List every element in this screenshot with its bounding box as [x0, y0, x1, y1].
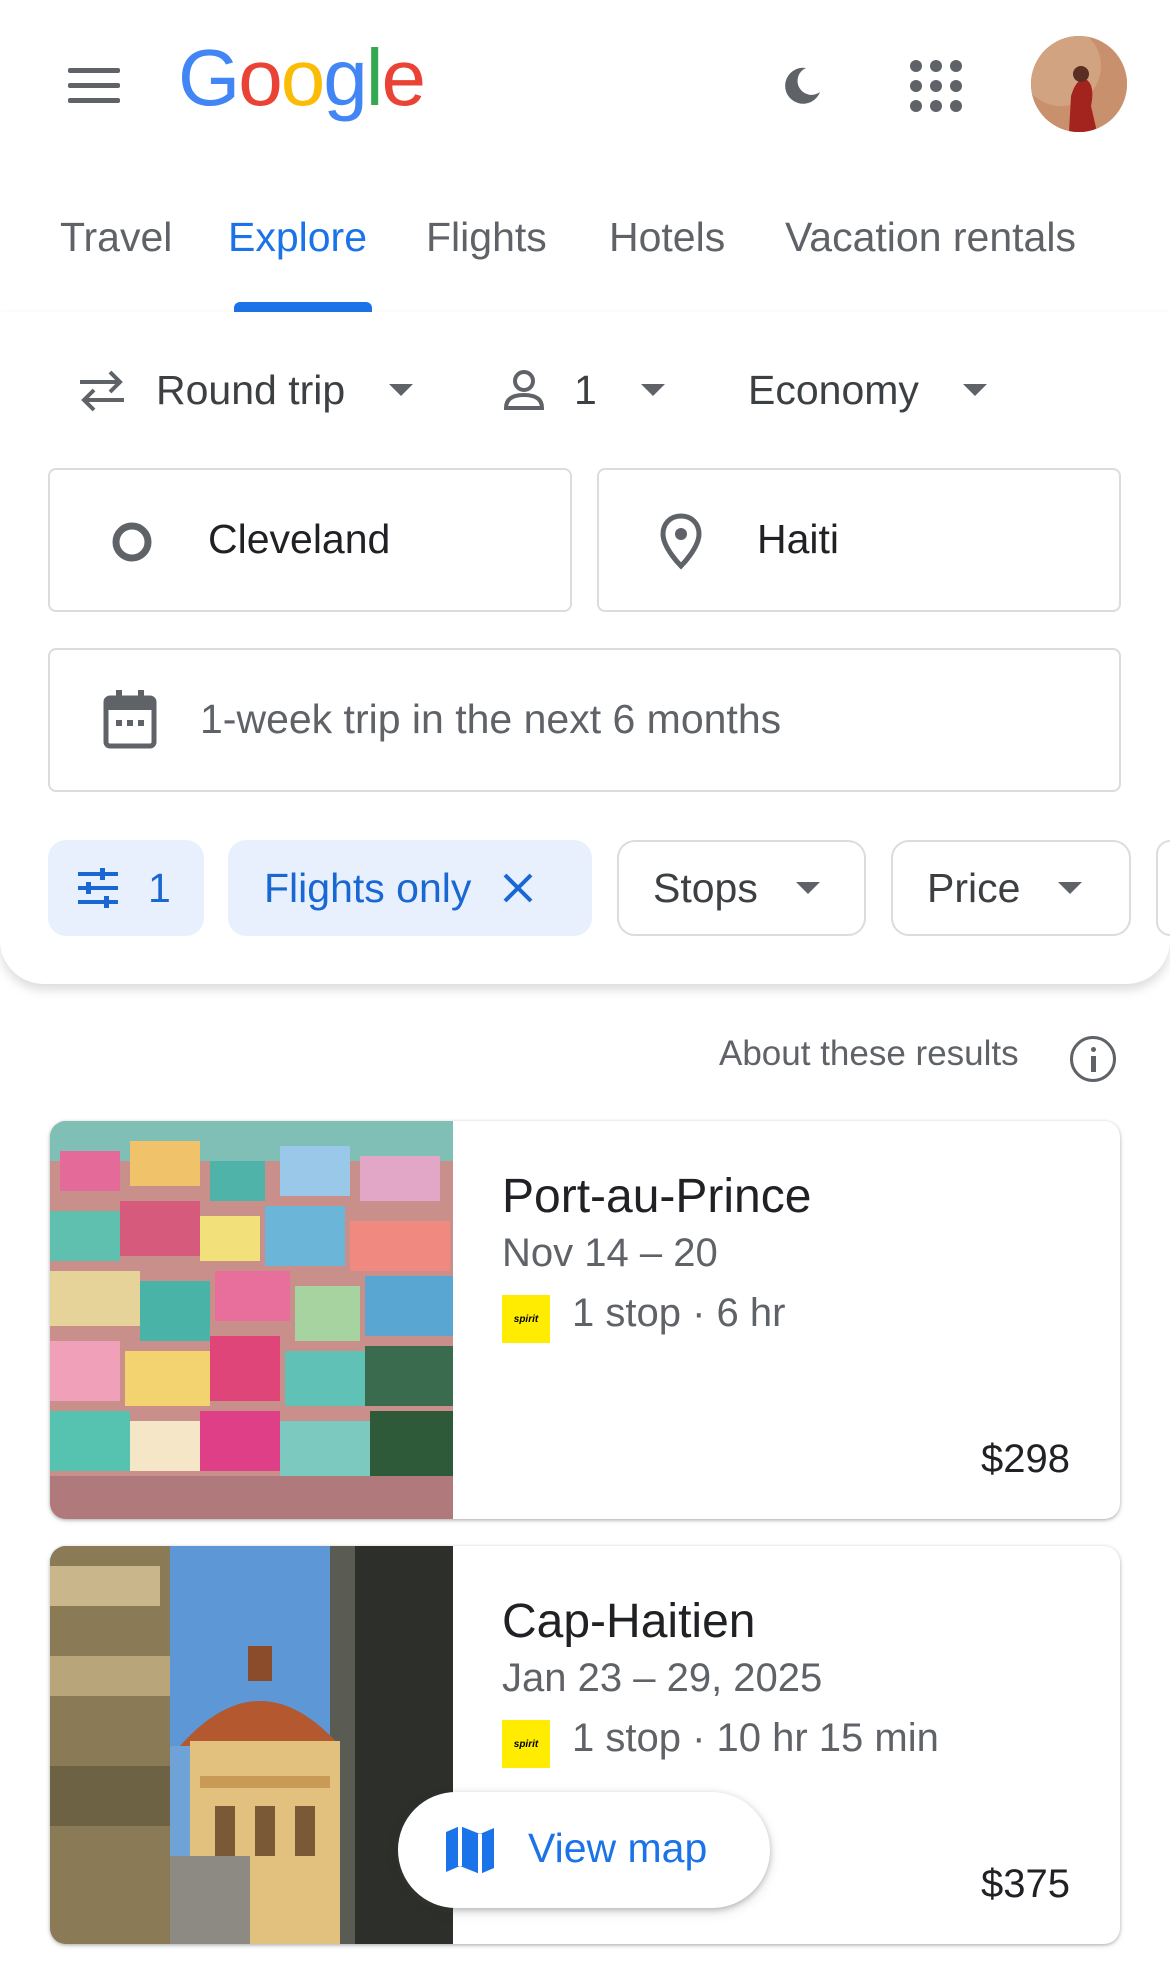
flights-only-label: Flights only [264, 864, 472, 911]
about-results-link[interactable]: About these results [719, 1034, 1019, 1074]
price: $375 [981, 1862, 1070, 1906]
stops-duration: 1 stop · 6 hr [572, 1291, 786, 1335]
destination-city: Cap-Haitien [502, 1595, 756, 1648]
tab-travel[interactable]: Travel [60, 214, 172, 261]
tab-explore[interactable]: Explore [228, 214, 367, 261]
chevron-down-icon [1058, 882, 1083, 894]
origin-field[interactable]: Cleveland [48, 468, 572, 612]
travel-tabs: Travel Explore Flights Hotels Vacation r… [0, 190, 1170, 314]
trip-type-value: Round trip [156, 366, 346, 413]
origin-value: Cleveland [208, 516, 391, 562]
tab-hotels[interactable]: Hotels [609, 214, 725, 261]
price-filter-chip[interactable]: Price [891, 840, 1131, 936]
stops-duration: 1 stop · 10 hr 15 min [572, 1716, 939, 1760]
active-tab-indicator [234, 302, 372, 312]
price-label: Price [927, 864, 1021, 911]
filter-sliders-icon [78, 868, 118, 908]
google-logo[interactable]: Google [178, 38, 426, 118]
cabin-class-value: Economy [748, 366, 919, 413]
view-map-label: View map [528, 1825, 708, 1871]
destination-photo [50, 1546, 453, 1944]
spirit-airline-logo: spirit [502, 1295, 550, 1343]
swap-arrows-icon [80, 370, 124, 412]
date-range-field[interactable]: 1-week trip in the next 6 months [48, 648, 1121, 792]
menu-icon[interactable] [66, 64, 122, 108]
passengers-value: 1 [574, 366, 597, 413]
spirit-airline-logo: spirit [502, 1720, 550, 1768]
trip-dates: Nov 14 – 20 [502, 1231, 718, 1275]
filter-count: 1 [148, 864, 171, 911]
date-range-value: 1-week trip in the next 6 months [200, 696, 782, 742]
apps-grid-icon[interactable] [908, 58, 964, 114]
destination-photo [50, 1121, 453, 1519]
chevron-down-icon [795, 882, 820, 894]
destination-field[interactable]: Haiti [597, 468, 1121, 612]
passengers-select[interactable]: 1 [502, 355, 665, 425]
flights-only-chip[interactable]: Flights only [228, 840, 592, 936]
chevron-down-icon [389, 384, 414, 396]
destination-value: Haiti [757, 516, 840, 562]
map-icon [446, 1826, 494, 1874]
more-filters-chip[interactable] [1156, 840, 1170, 936]
view-map-button[interactable]: View map [398, 1792, 770, 1908]
top-app-bar: Google [0, 0, 1170, 170]
dark-mode-icon[interactable] [778, 62, 826, 110]
destination-city: Port-au-Prince [502, 1170, 812, 1223]
trip-dates: Jan 23 – 29, 2025 [502, 1656, 823, 1700]
trip-type-select[interactable]: Round trip [76, 355, 414, 425]
calendar-icon [103, 690, 157, 749]
cabin-class-select[interactable]: Economy [748, 355, 987, 425]
chevron-down-icon [962, 384, 987, 396]
info-icon[interactable] [1070, 1036, 1116, 1082]
chevron-down-icon [640, 384, 665, 396]
person-icon [503, 370, 545, 410]
tab-flights[interactable]: Flights [426, 214, 547, 261]
stops-label: Stops [653, 864, 758, 911]
all-filters-chip[interactable]: 1 [48, 840, 204, 936]
location-pin-icon [660, 513, 702, 570]
destination-card[interactable]: Port-au-Prince Nov 14 – 20 spirit 1 stop… [50, 1121, 1120, 1519]
close-icon[interactable] [501, 871, 535, 905]
origin-circle-icon [112, 522, 152, 562]
avatar[interactable] [1031, 36, 1127, 132]
tab-vacation-rentals[interactable]: Vacation rentals [785, 214, 1076, 261]
price: $298 [981, 1437, 1070, 1481]
stops-filter-chip[interactable]: Stops [617, 840, 866, 936]
